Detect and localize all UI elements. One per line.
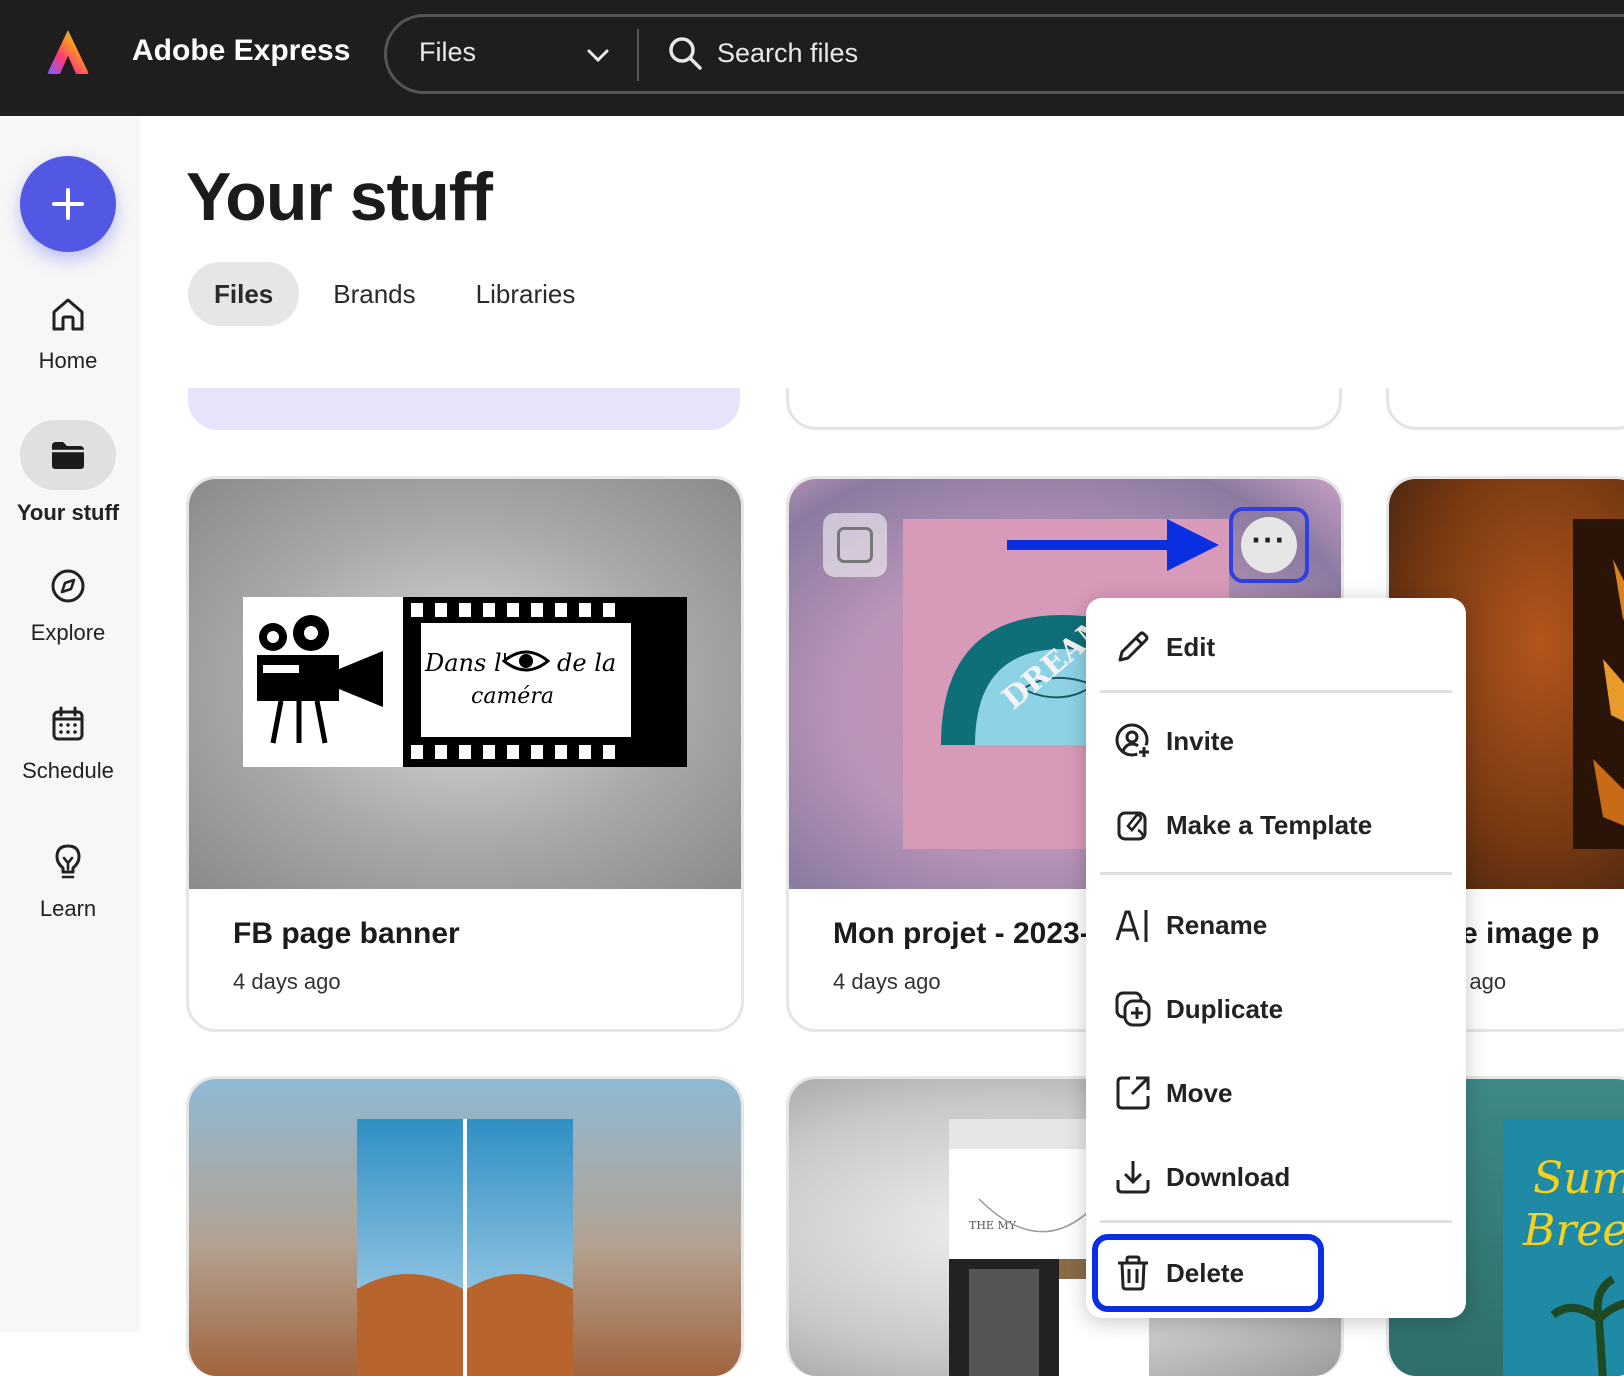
menu-item-duplicate[interactable]: Duplicate <box>1086 974 1466 1044</box>
banner-text-line3: caméra <box>471 684 554 709</box>
sidebar-item-label: Schedule <box>22 758 114 783</box>
sidebar-item-label: Home <box>38 348 98 373</box>
file-context-menu: Edit Invite Make a Template Rename Dupli… <box>1086 598 1466 1318</box>
menu-divider <box>1100 690 1452 693</box>
artwork-text: Bree <box>1522 1205 1624 1256</box>
search-input[interactable] <box>717 31 1217 75</box>
menu-item-make-template[interactable]: Make a Template <box>1086 790 1466 860</box>
sidebar-item-your-stuff[interactable]: Your stuff <box>0 420 136 526</box>
menu-item-label: Invite <box>1166 726 1234 756</box>
menu-item-edit[interactable]: Edit <box>1086 612 1466 682</box>
menu-item-label: Rename <box>1166 910 1268 940</box>
more-dots-icon: ··· <box>1241 517 1297 573</box>
menu-item-label: Download <box>1166 1162 1291 1192</box>
file-thumbnail[interactable]: Dans l' de la caméra <box>189 479 741 889</box>
menu-item-download[interactable]: Download <box>1086 1142 1466 1212</box>
sidebar-item-home[interactable]: Home <box>0 294 136 374</box>
menu-item-move[interactable]: Move <box>1086 1058 1466 1128</box>
file-name[interactable]: Mon projet - 2023-0 <box>833 917 1106 951</box>
banner-text-line1: Dans l' <box>424 649 508 677</box>
active-pill <box>20 420 116 490</box>
download-icon <box>1116 1161 1150 1194</box>
banner-text-line2: de la <box>557 649 616 677</box>
file-thumbnail[interactable] <box>189 1079 741 1376</box>
app-title[interactable]: Adobe Express <box>132 34 350 68</box>
menu-item-invite[interactable]: Invite <box>1086 706 1466 776</box>
page-title: Your stuff <box>186 159 493 235</box>
delete-highlight-frame <box>1092 1234 1324 1312</box>
file-card[interactable]: Dans l' de la caméra FB page banner 4 da… <box>186 476 744 1032</box>
sidebar-item-explore[interactable]: Explore <box>0 566 136 646</box>
menu-divider <box>1100 872 1452 875</box>
file-card[interactable] <box>186 1076 744 1376</box>
home-icon <box>52 298 84 331</box>
tab-libraries[interactable]: Libraries <box>450 262 602 326</box>
search-scope-select[interactable]: Files <box>419 37 476 68</box>
menu-item-label: Make a Template <box>1166 810 1373 840</box>
top-bar: Adobe Express Files <box>0 0 1624 116</box>
sidebar-item-schedule[interactable]: Schedule <box>0 704 136 784</box>
tab-files[interactable]: Files <box>188 262 300 326</box>
menu-item-label: Duplicate <box>1166 994 1284 1024</box>
annotation-arrow-icon <box>1007 519 1219 571</box>
file-card-partial[interactable] <box>786 388 1342 430</box>
move-icon <box>1116 1076 1150 1110</box>
search-divider <box>637 29 639 81</box>
file-card-partial[interactable] <box>188 388 740 430</box>
autumn-leaves-artwork <box>1573 519 1624 849</box>
artwork-text: Sum <box>1533 1153 1624 1204</box>
sidebar-item-learn[interactable]: Learn <box>0 842 136 922</box>
menu-item-label: Edit <box>1166 632 1216 662</box>
tab-bar: Files Brands Libraries <box>188 262 601 326</box>
summer-artwork: Sum Bree <box>1503 1119 1624 1376</box>
lightbulb-icon <box>55 844 81 879</box>
calendar-icon <box>52 706 84 741</box>
pencil-icon <box>1118 631 1149 662</box>
select-checkbox[interactable] <box>823 513 887 577</box>
sidebar: Home Your stuff Explore Schedule Learn <box>0 116 140 1332</box>
template-icon <box>1117 811 1147 841</box>
plus-icon <box>52 188 84 220</box>
file-date: 4 days ago <box>833 969 941 994</box>
create-new-button[interactable] <box>20 156 116 252</box>
file-name[interactable]: FB page banner <box>233 917 460 951</box>
sidebar-item-label: Learn <box>39 896 97 921</box>
chevron-down-icon[interactable] <box>583 41 613 71</box>
duplicate-icon <box>1115 991 1151 1027</box>
search-icon <box>669 37 702 70</box>
menu-item-label: Move <box>1166 1078 1233 1108</box>
sidebar-item-label: Explore <box>30 620 106 645</box>
more-options-button[interactable]: ··· <box>1229 507 1309 583</box>
checkbox-square-icon <box>837 527 873 563</box>
artwork-text: THE MY <box>969 1219 1017 1232</box>
rename-icon <box>1115 910 1148 942</box>
tab-brands[interactable]: Brands <box>307 262 441 326</box>
sidebar-item-label: Your stuff <box>16 500 120 525</box>
search-bar: Files <box>384 14 1624 94</box>
fb-banner-artwork: Dans l' de la caméra <box>243 597 687 767</box>
file-date: 4 days ago <box>233 969 341 994</box>
desert-artwork <box>357 1119 573 1376</box>
menu-divider <box>1100 1220 1452 1223</box>
invite-icon <box>1115 723 1151 759</box>
compass-icon <box>51 569 85 603</box>
folder-icon <box>52 442 84 469</box>
file-card-partial[interactable] <box>1386 388 1624 430</box>
adobe-express-logo-icon[interactable] <box>42 26 94 78</box>
menu-item-rename[interactable]: Rename <box>1086 890 1466 960</box>
